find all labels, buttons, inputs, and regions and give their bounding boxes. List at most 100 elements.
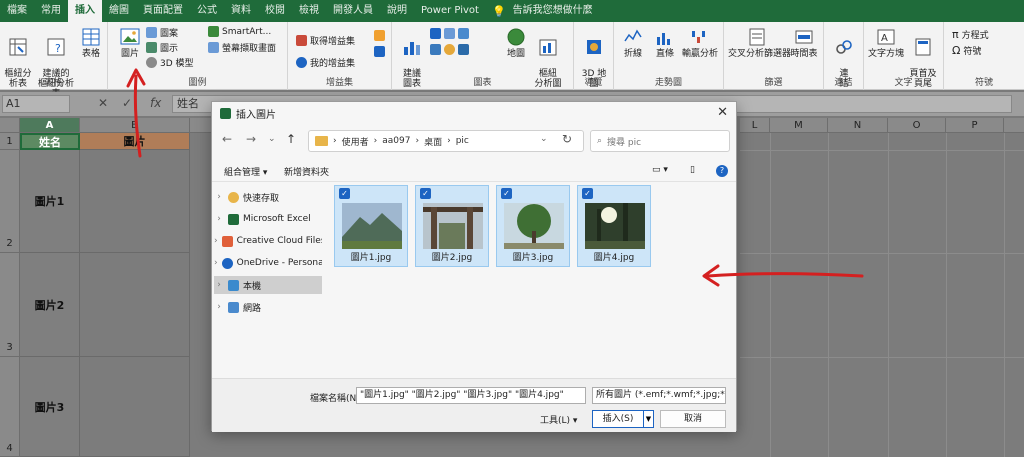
sparkline-line-button[interactable]: 折線: [620, 27, 646, 59]
column-header-a[interactable]: A: [20, 118, 80, 133]
new-folder-button[interactable]: 新增資料夾: [284, 165, 329, 178]
cancel-button[interactable]: 取消: [660, 410, 726, 428]
forward-arrow-icon[interactable]: →: [246, 132, 256, 146]
get-addins-button[interactable]: 取得增益集: [296, 34, 355, 47]
cell-b3[interactable]: [80, 253, 190, 357]
tab-formulas[interactable]: 公式: [190, 0, 224, 22]
table-button[interactable]: 表格: [80, 27, 102, 59]
row-header-1[interactable]: 1: [0, 133, 20, 150]
row-header-4[interactable]: 4: [0, 357, 20, 457]
nav-microsoft-excel[interactable]: › Microsoft Excel: [214, 210, 322, 228]
cell-a1[interactable]: 姓名: [20, 133, 80, 150]
cell-b1[interactable]: 圖片: [80, 133, 190, 150]
tab-file[interactable]: 檔案: [0, 0, 34, 22]
breadcrumb-pic[interactable]: pic: [456, 136, 469, 146]
tab-page-layout[interactable]: 頁面配置: [136, 0, 190, 22]
search-placeholder: 搜尋 pic: [607, 137, 642, 148]
cell-a4[interactable]: 圖片3: [20, 357, 80, 457]
equation-button[interactable]: π 方程式: [952, 28, 989, 41]
people-graph-button[interactable]: [374, 46, 385, 57]
map-chart-button[interactable]: 地圖: [504, 27, 528, 59]
tab-view[interactable]: 檢視: [292, 0, 326, 22]
column-header-l[interactable]: L: [740, 118, 770, 133]
close-button[interactable]: ✕: [717, 105, 728, 120]
file-item[interactable]: ✓ 圖片4.jpg: [577, 185, 651, 267]
organize-button[interactable]: 組合管理 ▾: [224, 165, 267, 178]
nav-network[interactable]: › 網路: [214, 298, 322, 316]
insert-button[interactable]: 插入(S): [592, 410, 644, 428]
sparkline-winloss-button[interactable]: 輸贏分析: [680, 27, 720, 59]
tell-me-search[interactable]: 告訴我您想做什麼: [506, 0, 600, 22]
file-item[interactable]: ✓ 圖片2.jpg: [415, 185, 489, 267]
tab-insert[interactable]: 插入: [68, 0, 102, 22]
tab-data[interactable]: 資料: [224, 0, 258, 22]
file-type-select[interactable]: 所有圖片 (*.emf;*.wmf;*.jpg;*.jp: [592, 387, 726, 404]
file-item[interactable]: ✓ 圖片1.jpg: [334, 185, 408, 267]
nav-quick-access[interactable]: › 快速存取: [214, 188, 322, 206]
row-header-3[interactable]: 3: [0, 253, 20, 357]
tools-dropdown[interactable]: 工具(L) ▾: [540, 413, 577, 426]
back-arrow-icon[interactable]: ←: [222, 132, 232, 146]
name-box[interactable]: A1: [2, 95, 70, 113]
line-chart-button[interactable]: [430, 44, 469, 55]
column-header-m[interactable]: M: [770, 118, 828, 133]
nav-creative-cloud[interactable]: › Creative Cloud Files: [214, 232, 322, 250]
cell-b2[interactable]: [80, 150, 190, 253]
cancel-icon[interactable]: ✕: [98, 96, 108, 110]
tab-developer[interactable]: 開發人員: [326, 0, 380, 22]
bing-maps-button[interactable]: [374, 30, 385, 41]
checkbox-icon[interactable]: ✓: [420, 188, 431, 199]
screenshot-button[interactable]: 螢幕擷取畫面: [208, 41, 276, 54]
recent-chevron-icon[interactable]: ⌄: [268, 134, 276, 144]
shapes-button[interactable]: 圖案: [146, 26, 178, 39]
view-options-icon[interactable]: ▭ ▾: [652, 165, 668, 175]
select-all-corner[interactable]: [0, 118, 20, 133]
tab-draw[interactable]: 繪圖: [102, 0, 136, 22]
sparkline-column-button[interactable]: 直條: [652, 27, 678, 59]
breadcrumb-user[interactable]: aa097: [382, 136, 410, 146]
row-header-2[interactable]: 2: [0, 150, 20, 253]
smartart-button[interactable]: SmartArt...: [208, 26, 271, 37]
timeline-button[interactable]: 時間表: [788, 27, 820, 59]
address-dropdown-icon[interactable]: ⌄: [540, 134, 548, 144]
column-chart-button[interactable]: [430, 28, 469, 39]
breadcrumb-users[interactable]: 使用者: [342, 135, 369, 148]
icons-button[interactable]: 圖示: [146, 41, 178, 54]
pictures-button[interactable]: 圖片: [118, 27, 142, 59]
breadcrumb-desktop[interactable]: 桌面: [424, 135, 442, 148]
up-arrow-icon[interactable]: ↑: [286, 132, 296, 146]
insert-dropdown-icon[interactable]: ▼: [644, 410, 654, 428]
column-header-o[interactable]: O: [888, 118, 946, 133]
help-icon[interactable]: ?: [716, 165, 728, 177]
column-header-n[interactable]: N: [828, 118, 888, 133]
search-box[interactable]: ⌕ 搜尋 pic: [590, 130, 730, 152]
preview-pane-icon[interactable]: ▯: [690, 165, 695, 175]
checkbox-icon[interactable]: ✓: [582, 188, 593, 199]
column-header-p[interactable]: P: [946, 118, 1004, 133]
filename-input[interactable]: "圖片1.jpg" "圖片2.jpg" "圖片3.jpg" "圖片4.jpg": [356, 387, 586, 404]
tab-home[interactable]: 常用: [34, 0, 68, 22]
sparkline-column-icon: [657, 33, 670, 45]
cell-a2[interactable]: 圖片1: [20, 150, 80, 253]
tab-review[interactable]: 校閱: [258, 0, 292, 22]
dialog-titlebar: 插入圖片: [212, 102, 736, 124]
my-addins-button[interactable]: 我的增益集: [296, 56, 355, 69]
nav-onedrive[interactable]: › OneDrive - Personal: [214, 254, 322, 272]
recommended-pivot-button[interactable]: ? 建議的 樞紐分析表: [34, 27, 78, 99]
tab-help[interactable]: 說明: [380, 0, 414, 22]
function-icon[interactable]: fx: [150, 96, 161, 110]
cell-a3[interactable]: 圖片2: [20, 253, 80, 357]
tab-power-pivot[interactable]: Power Pivot: [414, 0, 486, 22]
symbol-button[interactable]: Ω 符號: [952, 44, 981, 57]
refresh-icon[interactable]: ↻: [562, 132, 572, 146]
checkbox-icon[interactable]: ✓: [501, 188, 512, 199]
file-item[interactable]: ✓ 圖片3.jpg: [496, 185, 570, 267]
column-header-b[interactable]: B: [80, 118, 190, 133]
textbox-button[interactable]: A 文字方塊: [868, 27, 904, 59]
3d-model-button[interactable]: 3D 模型: [146, 56, 194, 69]
slicer-button[interactable]: 交叉分析篩選器: [728, 27, 791, 59]
checkbox-icon[interactable]: ✓: [339, 188, 350, 199]
nav-this-pc[interactable]: › 本機: [214, 276, 322, 294]
enter-icon[interactable]: ✓: [122, 96, 132, 110]
cell-b4[interactable]: [80, 357, 190, 457]
